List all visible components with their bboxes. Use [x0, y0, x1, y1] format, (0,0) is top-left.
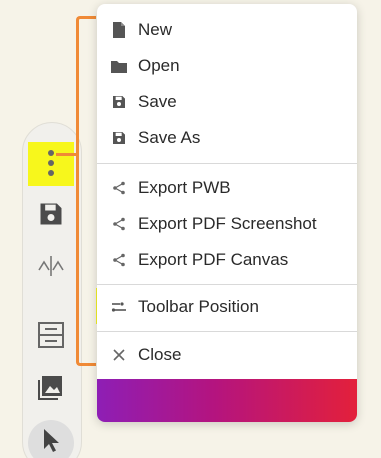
file-menu: New Open Save Save As Export PWB Export … [97, 4, 357, 422]
orange-bracket-tick [56, 153, 78, 156]
menu-item-toolbar-position[interactable]: Toolbar Position [97, 290, 357, 324]
menu-item-label: Save As [138, 128, 201, 147]
toolbar-position-icon [108, 301, 130, 313]
grid-icon[interactable] [36, 320, 66, 350]
orange-bracket [76, 16, 96, 366]
menu-gradient-bar [97, 379, 357, 422]
document-icon [108, 21, 130, 39]
menu-item-save[interactable]: Save [97, 85, 357, 119]
menu-item-label: New [138, 20, 173, 39]
folder-icon [108, 59, 130, 74]
menu-item-new[interactable]: New [97, 13, 357, 47]
menu-divider [97, 163, 357, 164]
menu-item-export-pwb[interactable]: Export PWB [97, 171, 357, 205]
cursor-icon [40, 427, 62, 453]
save-icon [108, 130, 130, 146]
menu-divider [97, 331, 357, 332]
menu-item-label: Close [138, 345, 182, 364]
menu-divider [97, 284, 357, 285]
menu-item-label: Export PDF Screenshot [138, 214, 317, 233]
menu-item-export-pdf-screenshot[interactable]: Export PDF Screenshot [97, 207, 357, 241]
toolbar-save-icon[interactable] [37, 200, 65, 228]
menu-item-label: Open [138, 56, 180, 75]
image-icon[interactable] [36, 372, 66, 402]
menu-item-open[interactable]: Open [97, 49, 357, 83]
menu-item-label: Export PWB [138, 178, 231, 197]
close-icon [108, 349, 130, 361]
menu-item-save-as[interactable]: Save As [97, 121, 357, 155]
menu-item-export-pdf-canvas[interactable]: Export PDF Canvas [97, 243, 357, 277]
menu-item-close[interactable]: Close [97, 338, 357, 372]
save-icon [108, 94, 130, 110]
more-vertical-icon[interactable] [47, 148, 55, 178]
menu-item-label: Toolbar Position [138, 297, 259, 316]
split-icon[interactable] [37, 253, 65, 279]
share-icon [108, 217, 130, 231]
menu-item-label: Save [138, 92, 177, 111]
share-icon [108, 253, 130, 267]
share-icon [108, 181, 130, 195]
stage: New Open Save Save As Export PWB Export … [0, 0, 381, 458]
menu-item-label: Export PDF Canvas [138, 250, 289, 269]
